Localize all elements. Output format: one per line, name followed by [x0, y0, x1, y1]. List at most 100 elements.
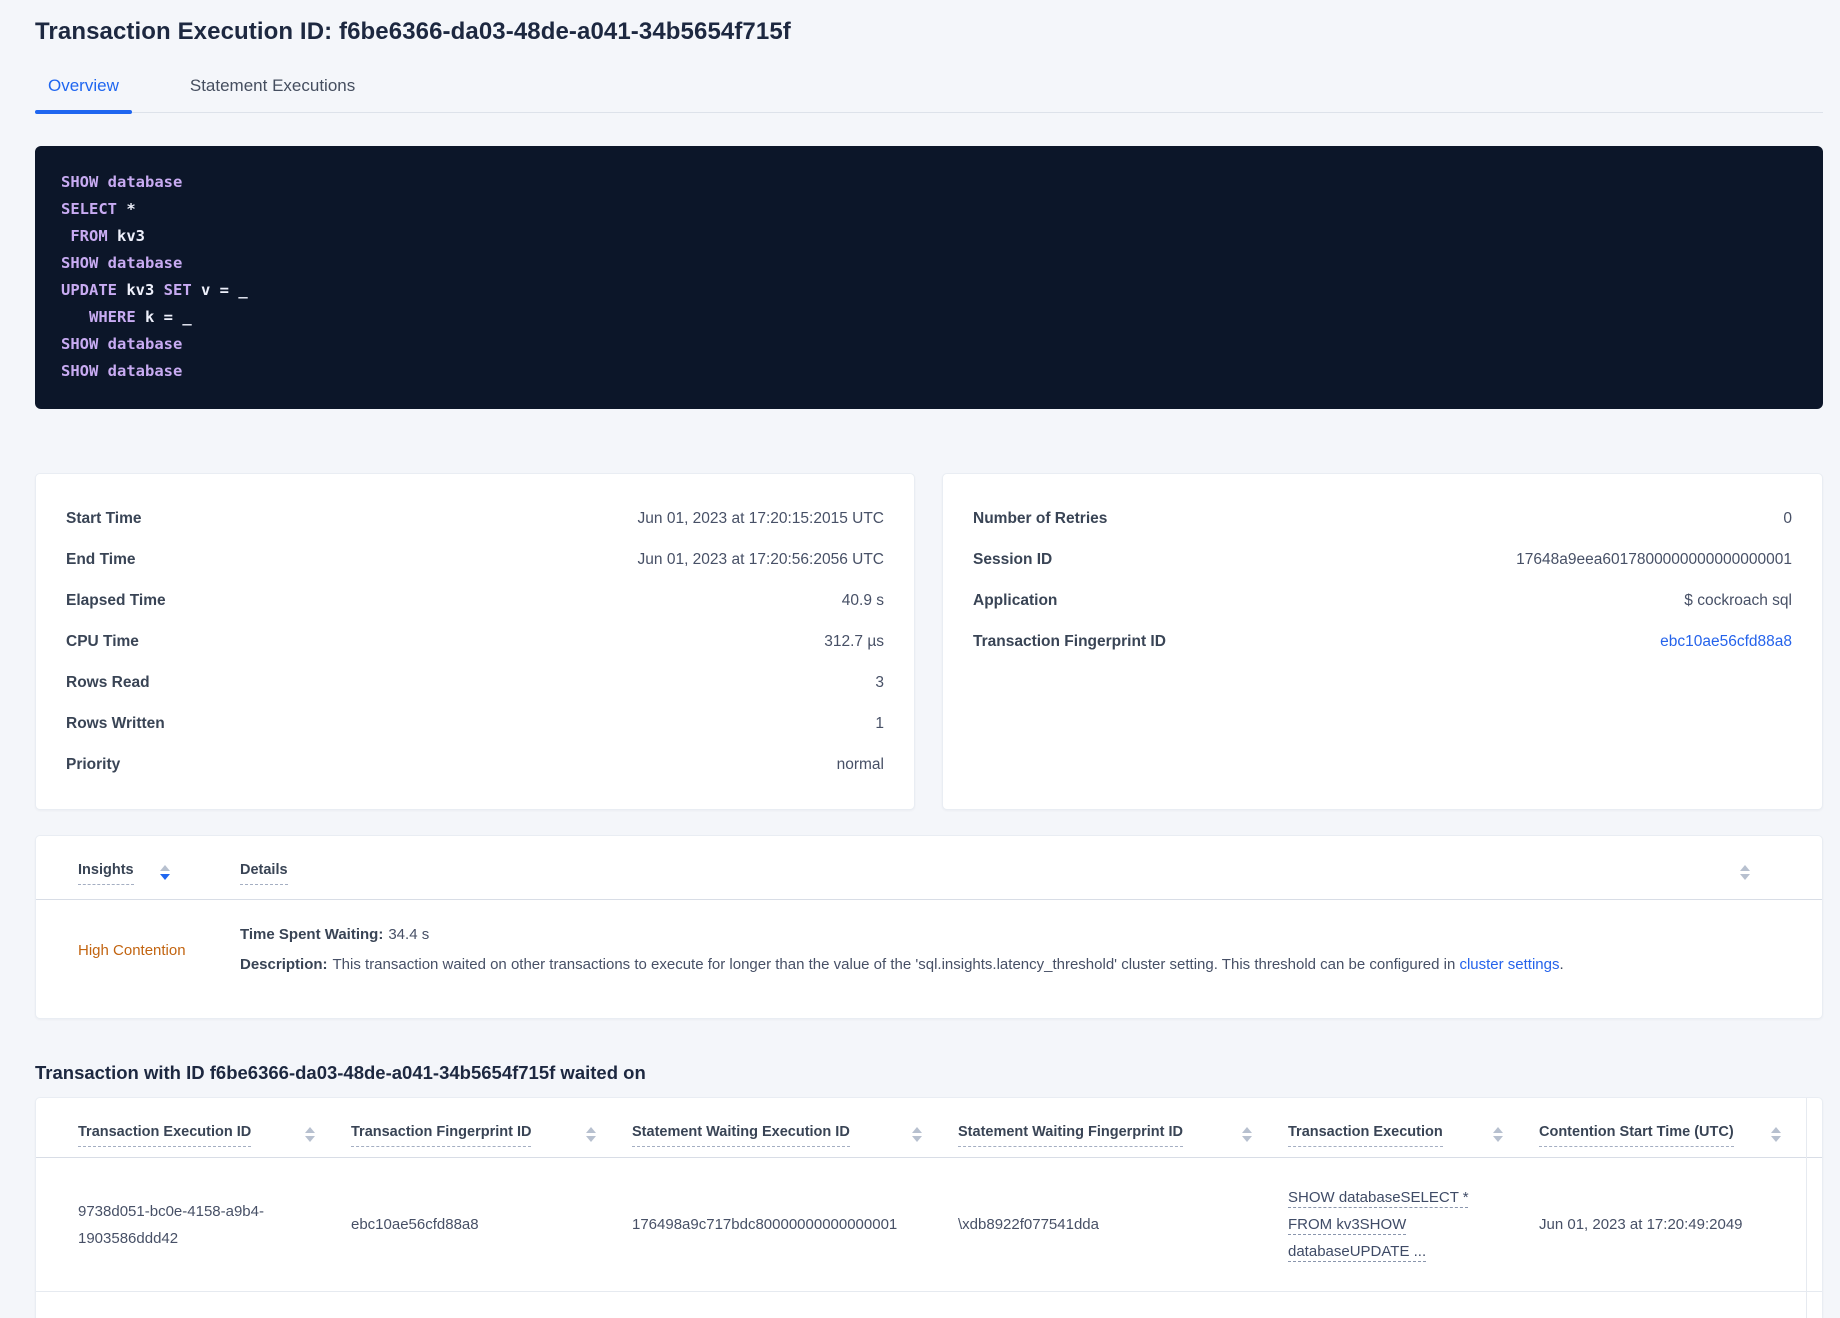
time-spent-waiting-value: 34.4 s [388, 926, 430, 943]
description-label: Description: [240, 956, 328, 973]
transaction-execution-link[interactable]: SHOW databaseSELECT * FROM kv3SHOW datab… [1288, 1184, 1478, 1265]
sql-keyword: SHOW database [61, 362, 183, 380]
sql-keyword: WHERE [61, 308, 136, 326]
stat-label: Rows Read [66, 673, 150, 691]
stat-row-cpu-time: CPU Time 312.7 µs [66, 621, 884, 662]
column-header[interactable]: Transaction Fingerprint ID [351, 1124, 532, 1147]
stat-label: End Time [66, 550, 136, 568]
sql-line: FROM kv3 [61, 223, 1797, 250]
header-cell-statement-waiting-fingerprint-id: Statement Waiting Fingerprint ID [958, 1124, 1288, 1147]
stat-row-end-time: End Time Jun 01, 2023 at 17:20:56:2056 U… [66, 539, 884, 580]
cell-transaction-execution: SHOW databaseSELECT * FROM kv3SHOW datab… [1288, 1184, 1539, 1265]
stat-label: Application [973, 591, 1058, 609]
sql-keyword: FROM [61, 227, 108, 245]
header-cell-transaction-execution-id: Transaction Execution ID [78, 1124, 351, 1147]
tab-overview[interactable]: Overview [35, 76, 132, 114]
stat-row-application: Application $ cockroach sql [973, 580, 1792, 621]
stat-label: Session ID [973, 550, 1053, 568]
stat-row-rows-read: Rows Read 3 [66, 662, 884, 703]
insight-row: High Contention Time Spent Waiting: 34.4 … [36, 900, 1822, 980]
execution-stats-card: Start Time Jun 01, 2023 at 17:20:15:2015… [35, 473, 915, 810]
transaction-fingerprint-link[interactable]: ebc10ae56cfd88a8 [1660, 633, 1792, 651]
tab-bar: Overview Statement Executions [35, 76, 1823, 114]
sort-icon[interactable] [1491, 1125, 1505, 1144]
stat-row-start-time: Start Time Jun 01, 2023 at 17:20:15:2015… [66, 498, 884, 539]
sql-line: SHOW database [61, 169, 1797, 196]
cell-contention-start-time: Jun 01, 2023 at 17:20:49:2049 [1539, 1216, 1743, 1233]
sql-keyword: SHOW database [61, 173, 183, 191]
sql-keyword: SELECT [61, 200, 117, 218]
stat-value: 0 [1783, 509, 1792, 527]
stat-value: 312.7 µs [824, 632, 884, 650]
table-scroll-divider [1806, 1098, 1807, 1318]
column-header[interactable]: Transaction Execution ID [78, 1124, 252, 1147]
cell-statement-waiting-fingerprint-id: \xdb8922f077541dda [958, 1216, 1099, 1233]
stat-label: Priority [66, 755, 121, 773]
sort-icon[interactable] [1738, 863, 1752, 882]
stat-value: $ cockroach sql [1684, 591, 1792, 609]
stat-row-priority: Priority normal [66, 744, 884, 785]
column-header[interactable]: Statement Waiting Execution ID [632, 1124, 850, 1147]
high-contention-label: High Contention [78, 941, 186, 959]
stat-label: Number of Retries [973, 509, 1108, 527]
description-suffix: . [1559, 956, 1564, 973]
stat-row-number-of-retries: Number of Retries 0 [973, 498, 1792, 539]
stat-row-transaction-fingerprint-id: Transaction Fingerprint ID ebc10ae56cfd8… [973, 621, 1792, 662]
cell-statement-waiting-execution-id: 176498a9c717bdc80000000000000001 [632, 1216, 898, 1233]
stat-value: 17648a9eea6017800000000000000001 [1516, 550, 1792, 568]
time-spent-waiting-label: Time Spent Waiting: [240, 926, 384, 943]
sort-icon[interactable] [1769, 1125, 1783, 1144]
details-column-header[interactable]: Details [240, 862, 288, 885]
sql-text: kv3 [117, 281, 164, 299]
stat-value: 3 [875, 673, 884, 691]
execution-details-cards: Start Time Jun 01, 2023 at 17:20:15:2015… [35, 473, 1823, 810]
sql-text: v = _ [191, 281, 248, 299]
sql-keyword: UPDATE [61, 281, 117, 299]
stat-row-elapsed-time: Elapsed Time 40.9 s [66, 580, 884, 621]
sql-keyword: SHOW database [61, 254, 183, 272]
stat-label: Transaction Fingerprint ID [973, 632, 1166, 650]
stat-row-rows-written: Rows Written 1 [66, 703, 884, 744]
sql-line: SELECT * [61, 196, 1797, 223]
sql-line: SHOW database [61, 358, 1797, 385]
column-header[interactable]: Statement Waiting Fingerprint ID [958, 1124, 1184, 1147]
sql-line: SHOW database [61, 331, 1797, 358]
insights-column-header[interactable]: Insights [78, 862, 134, 885]
sql-text: * [117, 200, 136, 218]
sort-icon[interactable] [584, 1125, 598, 1144]
waited-on-heading: Transaction with ID f6be6366-da03-48de-a… [35, 1062, 646, 1083]
page-title: Transaction Execution ID: f6be6366-da03-… [35, 18, 791, 45]
sort-icon[interactable] [910, 1125, 924, 1144]
details-column-header-cell: Details [240, 862, 1800, 885]
table-row: 9738d051-bc0e-4158-a9b4-1903586ddd42 ebc… [36, 1158, 1822, 1292]
sort-icon[interactable] [158, 863, 172, 882]
column-header[interactable]: Transaction Execution [1288, 1124, 1443, 1147]
header-cell-contention-start-time: Contention Start Time (UTC) [1539, 1124, 1783, 1147]
description-line: Description: This transaction waited on o… [240, 950, 1800, 980]
sort-icon[interactable] [1240, 1125, 1254, 1144]
sql-text: k = _ [135, 308, 192, 326]
sql-text: kv3 [107, 227, 145, 245]
session-details-card: Number of Retries 0 Session ID 17648a9ee… [942, 473, 1823, 810]
insights-column-header-cell: Insights [78, 862, 240, 885]
sql-line: SHOW database [61, 250, 1797, 277]
cluster-settings-link[interactable]: cluster settings [1459, 956, 1559, 973]
header-cell-transaction-execution: Transaction Execution [1288, 1124, 1539, 1147]
cell-transaction-execution-id: 9738d051-bc0e-4158-a9b4-1903586ddd42 [78, 1202, 264, 1247]
time-spent-waiting-line: Time Spent Waiting: 34.4 s [240, 920, 1800, 950]
sql-keyword: SET [163, 281, 192, 299]
sort-icon[interactable] [303, 1125, 317, 1144]
stat-value: 40.9 s [841, 591, 884, 609]
sql-line: UPDATE kv3 SET v = _ [61, 277, 1797, 304]
sql-line: WHERE k = _ [61, 304, 1797, 331]
header-cell-statement-waiting-execution-id: Statement Waiting Execution ID [632, 1124, 958, 1147]
cell-transaction-fingerprint-id: ebc10ae56cfd88a8 [351, 1216, 479, 1233]
stat-value: normal [836, 755, 884, 773]
column-header[interactable]: Contention Start Time (UTC) [1539, 1124, 1734, 1147]
tab-statement-executions[interactable]: Statement Executions [177, 76, 368, 112]
stat-value: Jun 01, 2023 at 17:20:15:2015 UTC [637, 509, 884, 527]
insight-details: Time Spent Waiting: 34.4 s Description: Th… [240, 920, 1800, 980]
transaction-execution-page: Transaction Execution ID: f6be6366-da03-… [0, 0, 1840, 1318]
stat-label: CPU Time [66, 632, 139, 650]
stat-row-session-id: Session ID 17648a9eea6017800000000000000… [973, 539, 1792, 580]
